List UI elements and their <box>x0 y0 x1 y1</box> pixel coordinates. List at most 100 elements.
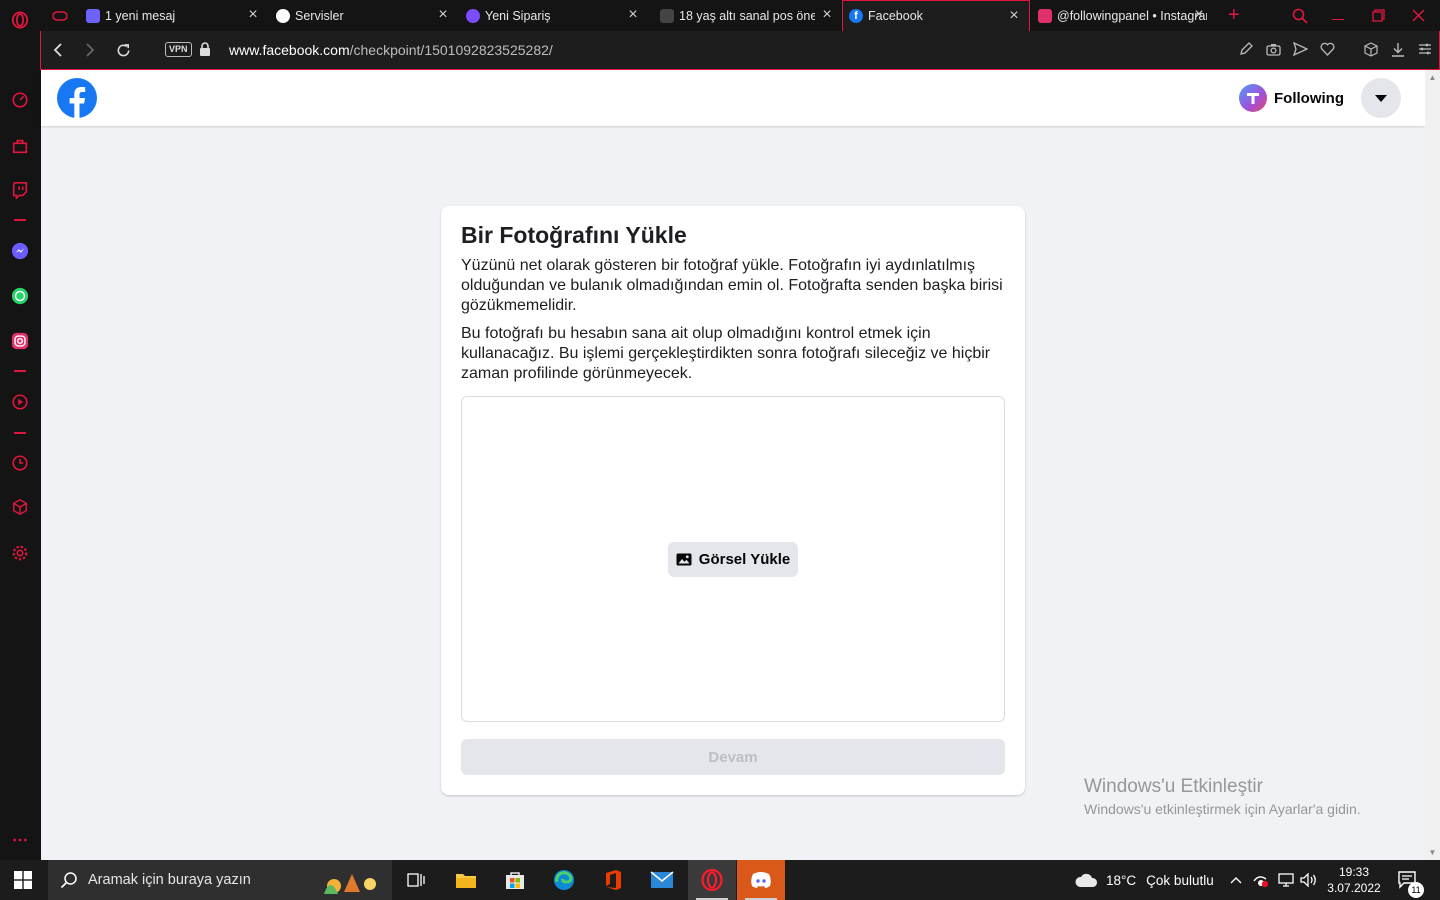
settings-gear-icon[interactable] <box>10 543 30 563</box>
tab-3[interactable]: Yeni Sipariş × <box>460 0 648 31</box>
twitch-icon[interactable] <box>10 180 30 200</box>
address-tools <box>1238 40 1433 58</box>
address-bar: VPN www.facebook.com/checkpoint/15010928… <box>40 31 1440 70</box>
tab-bar: 1 yeni mesaj × Servisler × Yeni Sipariş … <box>40 0 1440 31</box>
sidebar-separator <box>14 219 26 221</box>
account-menu-button[interactable] <box>1361 78 1401 118</box>
tab-5-active[interactable]: f Facebook × <box>842 0 1030 31</box>
avatar <box>1239 84 1267 112</box>
edit-icon[interactable] <box>1238 40 1254 58</box>
profile-chip[interactable]: Following <box>1239 82 1344 114</box>
tab-title: Servisler <box>295 8 344 23</box>
extensions-cube-icon[interactable] <box>10 497 30 517</box>
tab-6[interactable]: @followingpanel • Instagram × <box>1032 0 1214 31</box>
close-icon[interactable]: × <box>626 7 640 23</box>
heart-icon[interactable] <box>1319 40 1335 58</box>
camera-snapshot-icon[interactable] <box>1265 40 1281 58</box>
player-icon[interactable] <box>10 392 30 412</box>
messenger-icon[interactable] <box>10 241 30 261</box>
mail-icon[interactable] <box>638 860 686 900</box>
easy-setup-icon[interactable] <box>1417 40 1433 58</box>
weather-temp: 18°C <box>1106 872 1137 888</box>
close-window-icon[interactable] <box>1412 0 1425 31</box>
facebook-icon: f <box>849 9 863 23</box>
whatsapp-icon[interactable] <box>10 286 30 306</box>
search-tabs-icon[interactable] <box>1292 0 1308 31</box>
speed-dial-icon[interactable] <box>10 90 30 110</box>
volume-icon[interactable] <box>1300 860 1318 900</box>
url-field[interactable]: www.facebook.com/checkpoint/150109282352… <box>229 42 553 58</box>
search-icon <box>60 872 77 889</box>
tab-4[interactable]: 18 yaş altı sanal pos önerisi × <box>654 0 842 31</box>
page-scrollbar[interactable]: ▲ ▼ <box>1425 70 1440 860</box>
back-icon[interactable] <box>49 41 67 59</box>
panel-icon <box>86 8 100 23</box>
taskbar-clock[interactable]: 19:33 3.07.2022 <box>1322 864 1386 896</box>
continue-button[interactable]: Devam <box>461 739 1005 775</box>
close-icon[interactable]: × <box>820 7 834 23</box>
watermark-subtitle: Windows'u etkinleştirmek için Ayarlar'a … <box>1084 801 1361 817</box>
task-view-icon[interactable] <box>392 860 440 900</box>
panel-icon <box>466 8 480 23</box>
opera-taskbar-icon[interactable] <box>688 860 736 900</box>
history-icon[interactable] <box>10 453 30 473</box>
office-icon[interactable] <box>589 860 637 900</box>
restore-icon[interactable] <box>1372 0 1385 31</box>
profile-name: Following <box>1274 89 1344 107</box>
shopping-bag-icon[interactable] <box>10 136 30 156</box>
tab-title: 18 yaş altı sanal pos önerisi <box>679 8 815 23</box>
facebook-header: Following <box>41 70 1425 126</box>
opera-menu-icon[interactable] <box>10 10 30 30</box>
microsoft-store-icon[interactable] <box>491 860 539 900</box>
opera-sidebar <box>0 0 40 860</box>
url-host: www.facebook.com <box>229 42 350 58</box>
notification-center-icon[interactable]: 11 <box>1398 860 1424 900</box>
cube-icon[interactable] <box>1363 40 1379 58</box>
network-icon[interactable] <box>1278 860 1294 900</box>
instruction-text: Yüzünü net olarak gösteren bir fotoğraf … <box>461 257 1003 314</box>
weather-description: Çok bulutlu <box>1146 872 1214 888</box>
image-dropzone[interactable]: Görsel Yükle <box>461 396 1005 722</box>
close-icon[interactable]: × <box>436 7 450 23</box>
upload-image-button[interactable]: Görsel Yükle <box>668 542 798 577</box>
file-explorer-icon[interactable] <box>442 860 490 900</box>
privacy-text: Bu fotoğrafı bu hesabın sana ait olup ol… <box>461 325 991 382</box>
close-icon[interactable]: × <box>246 7 260 23</box>
globe-icon <box>276 8 290 23</box>
reload-icon[interactable] <box>114 41 132 59</box>
facebook-logo-icon[interactable] <box>57 78 97 118</box>
discord-icon[interactable] <box>737 860 785 900</box>
tab-1[interactable]: 1 yeni mesaj × <box>80 0 268 31</box>
caret-down-icon <box>1375 94 1387 102</box>
vpn-badge[interactable]: VPN <box>165 42 192 57</box>
windows-start-icon[interactable] <box>14 871 32 894</box>
forward-icon[interactable] <box>81 41 99 59</box>
lock-icon[interactable] <box>199 42 211 56</box>
tab-title: Yeni Sipariş <box>485 8 551 23</box>
upload-photo-card: Bir Fotoğrafını Yükle Yüzünü net olarak … <box>441 206 1025 795</box>
new-tab-plus-icon[interactable]: + <box>1228 0 1240 31</box>
bird-icon <box>660 8 674 23</box>
edge-browser-icon[interactable] <box>540 860 588 900</box>
instagram-icon[interactable] <box>10 331 30 351</box>
tab-title: 1 yeni mesaj <box>105 8 176 23</box>
tab-2[interactable]: Servisler × <box>270 0 458 31</box>
clock-time: 19:33 <box>1338 865 1370 879</box>
close-icon[interactable]: × <box>1007 8 1021 24</box>
instagram-icon <box>1038 8 1052 23</box>
send-icon[interactable] <box>1292 40 1308 58</box>
scroll-up-icon[interactable]: ▲ <box>1428 73 1437 82</box>
show-hidden-icons-chevron-icon[interactable] <box>1230 860 1242 900</box>
download-icon[interactable] <box>1390 40 1406 58</box>
network-warning-icon[interactable] <box>1252 860 1270 900</box>
close-icon[interactable]: × <box>1192 7 1206 23</box>
minimize-icon[interactable] <box>1332 0 1344 31</box>
taskbar-search[interactable]: Aramak için buraya yazın <box>48 860 392 900</box>
notification-count-badge: 11 <box>1408 882 1424 898</box>
sidebar-separator <box>14 370 26 372</box>
scroll-down-icon[interactable]: ▼ <box>1428 848 1437 857</box>
search-placeholder: Aramak için buraya yazın <box>88 872 251 888</box>
weather-widget[interactable]: 18°C Çok bulutlu <box>1074 860 1214 900</box>
more-dots-icon[interactable] <box>10 830 30 850</box>
game-controller-icon[interactable] <box>48 0 72 31</box>
